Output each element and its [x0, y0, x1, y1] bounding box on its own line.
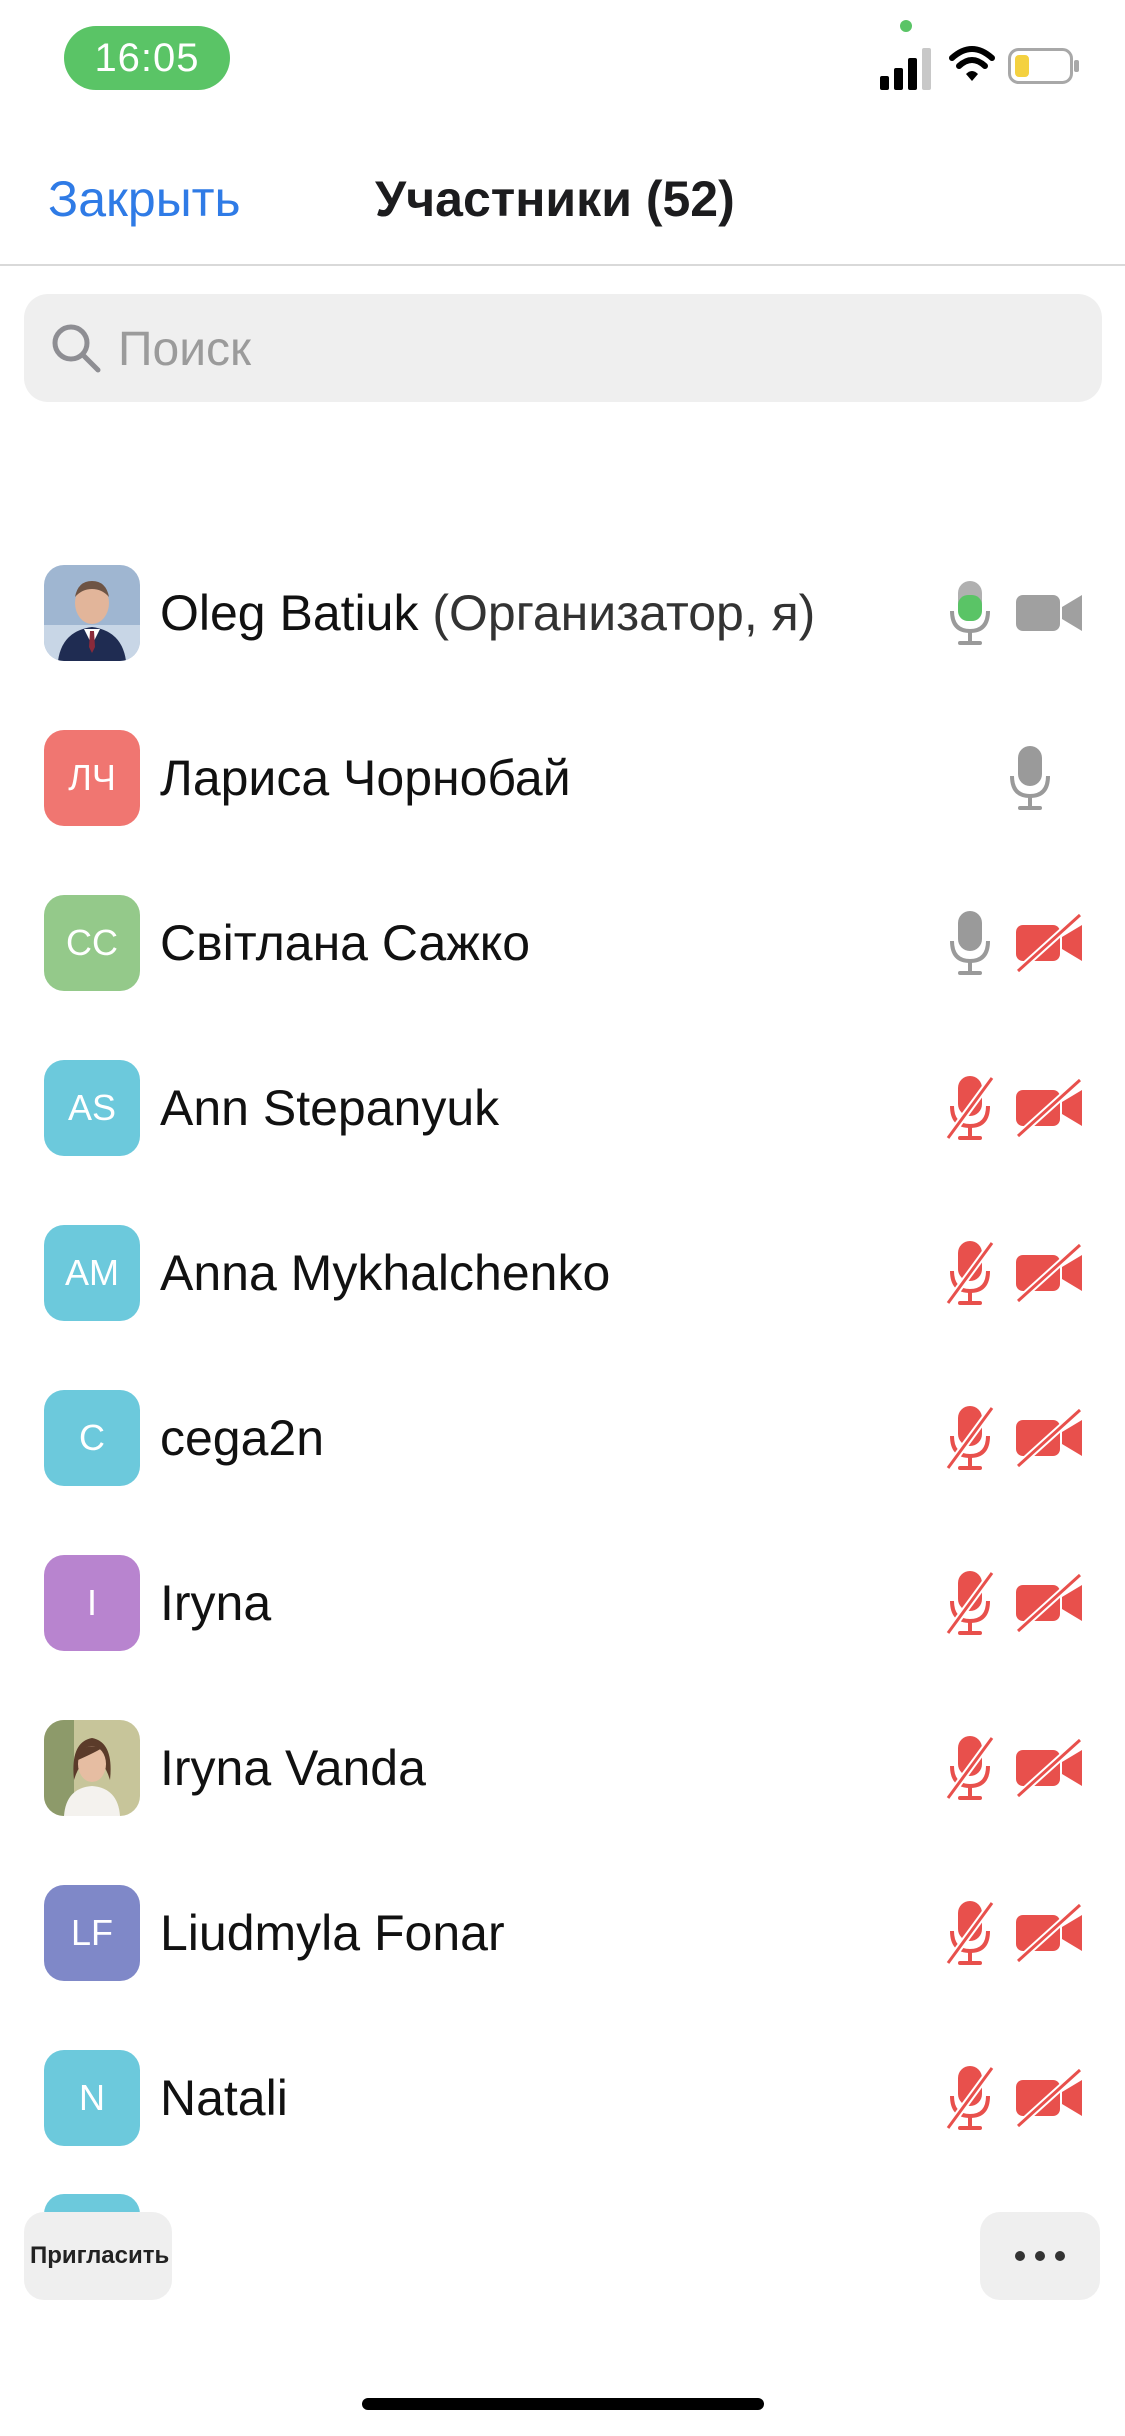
- microphone-muted-icon[interactable]: [946, 1404, 994, 1472]
- participant-name: Natali: [160, 2069, 288, 2126]
- participant-name-text: Oleg Batiuk: [160, 584, 419, 641]
- avatar: C: [44, 1389, 140, 1486]
- battery-icon: [1008, 48, 1079, 84]
- avatar-photo: [44, 564, 140, 661]
- microphone-muted-icon[interactable]: [946, 1239, 994, 1307]
- microphone-muted-icon[interactable]: [946, 1734, 994, 1802]
- video-on-icon[interactable]: [1014, 581, 1086, 645]
- avatar: СС: [44, 894, 140, 991]
- participant-name: Світлана Сажко: [160, 914, 531, 971]
- close-button[interactable]: Закрыть: [48, 170, 241, 228]
- avatar: ЛЧ: [44, 729, 140, 826]
- more-horizontal-icon: [1035, 2250, 1045, 2261]
- participant-role: (Организатор, я): [432, 584, 816, 641]
- avatar: AM: [44, 1224, 140, 1321]
- video-off-icon[interactable]: [1014, 1571, 1086, 1635]
- participant-row[interactable]: СС Світлана Сажко: [0, 860, 1125, 1025]
- participant-name: Лариса Чорнобай: [160, 749, 571, 806]
- participant-row[interactable]: I Iryna: [0, 1520, 1125, 1685]
- search-icon: [52, 324, 101, 373]
- participant-name: Iryna Vanda: [160, 1739, 426, 1796]
- avatar: I: [44, 1554, 140, 1651]
- participant-row[interactable]: Iryna Vanda: [0, 1685, 1125, 1850]
- video-off-icon[interactable]: [1014, 2066, 1086, 2130]
- participant-row[interactable]: N Natali: [0, 2015, 1125, 2180]
- microphone-muted-icon[interactable]: [946, 1899, 994, 1967]
- invite-button[interactable]: Пригласить: [24, 2212, 172, 2300]
- more-button[interactable]: [980, 2212, 1100, 2300]
- video-off-icon[interactable]: [1014, 911, 1086, 975]
- avatar-photo: [44, 1719, 140, 1816]
- microphone-icon[interactable]: [946, 909, 994, 977]
- video-off-icon[interactable]: [1014, 1406, 1086, 1470]
- avatar: N: [44, 2049, 140, 2146]
- header: Закрыть Участники (52): [0, 140, 1125, 266]
- participant-row[interactable]: ЛЧ Лариса Чорнобай: [0, 695, 1125, 860]
- participant-row[interactable]: C cega2n: [0, 1355, 1125, 1520]
- participant-name: Ann Stepanyuk: [160, 1079, 500, 1136]
- participant-row[interactable]: AM Anna Mykhalchenko: [0, 1190, 1125, 1355]
- more-horizontal-icon: [1055, 2250, 1065, 2261]
- search-bar[interactable]: [24, 294, 1102, 402]
- participant-name: Anna Mykhalchenko: [160, 1244, 611, 1301]
- participant-name: Liudmyla Fonar: [160, 1904, 505, 1961]
- home-indicator[interactable]: [362, 2398, 764, 2410]
- avatar: AS: [44, 1059, 140, 1156]
- person-photo-female-icon: [44, 1719, 140, 1816]
- page-title: Участники (52): [375, 171, 735, 227]
- microphone-icon[interactable]: [1006, 744, 1054, 812]
- avatar: LF: [44, 1884, 140, 1981]
- status-bar: 16:05: [0, 0, 1125, 120]
- wifi-icon: [949, 46, 995, 81]
- video-off-icon[interactable]: [1014, 1901, 1086, 1965]
- camera-indicator-icon: [900, 20, 912, 32]
- video-off-icon[interactable]: [1014, 1736, 1086, 1800]
- search-input[interactable]: [116, 312, 1070, 386]
- participant-name: Iryna: [160, 1574, 272, 1631]
- microphone-muted-icon[interactable]: [946, 2064, 994, 2132]
- participant-row[interactable]: AS Ann Stepanyuk: [0, 1025, 1125, 1190]
- participant-name: cega2n: [160, 1409, 325, 1466]
- cellular-signal-icon: [880, 48, 931, 90]
- status-time: 16:05: [64, 26, 230, 90]
- person-photo-male-icon: [44, 564, 140, 661]
- video-off-icon[interactable]: [1014, 1241, 1086, 1305]
- video-off-icon[interactable]: [1014, 1076, 1086, 1140]
- microphone-active-icon[interactable]: [946, 579, 994, 647]
- microphone-muted-icon[interactable]: [946, 1074, 994, 1142]
- microphone-muted-icon[interactable]: [946, 1569, 994, 1637]
- more-horizontal-icon: [1015, 2250, 1025, 2261]
- participant-name: Oleg Batiuk (Организатор, я): [160, 583, 815, 643]
- participant-row[interactable]: LF Liudmyla Fonar: [0, 1850, 1125, 2015]
- participants-list[interactable]: Oleg Batiuk (Организатор, я) ЛЧ Лариса Ч…: [0, 530, 1125, 2240]
- participant-row[interactable]: Oleg Batiuk (Организатор, я): [0, 530, 1125, 695]
